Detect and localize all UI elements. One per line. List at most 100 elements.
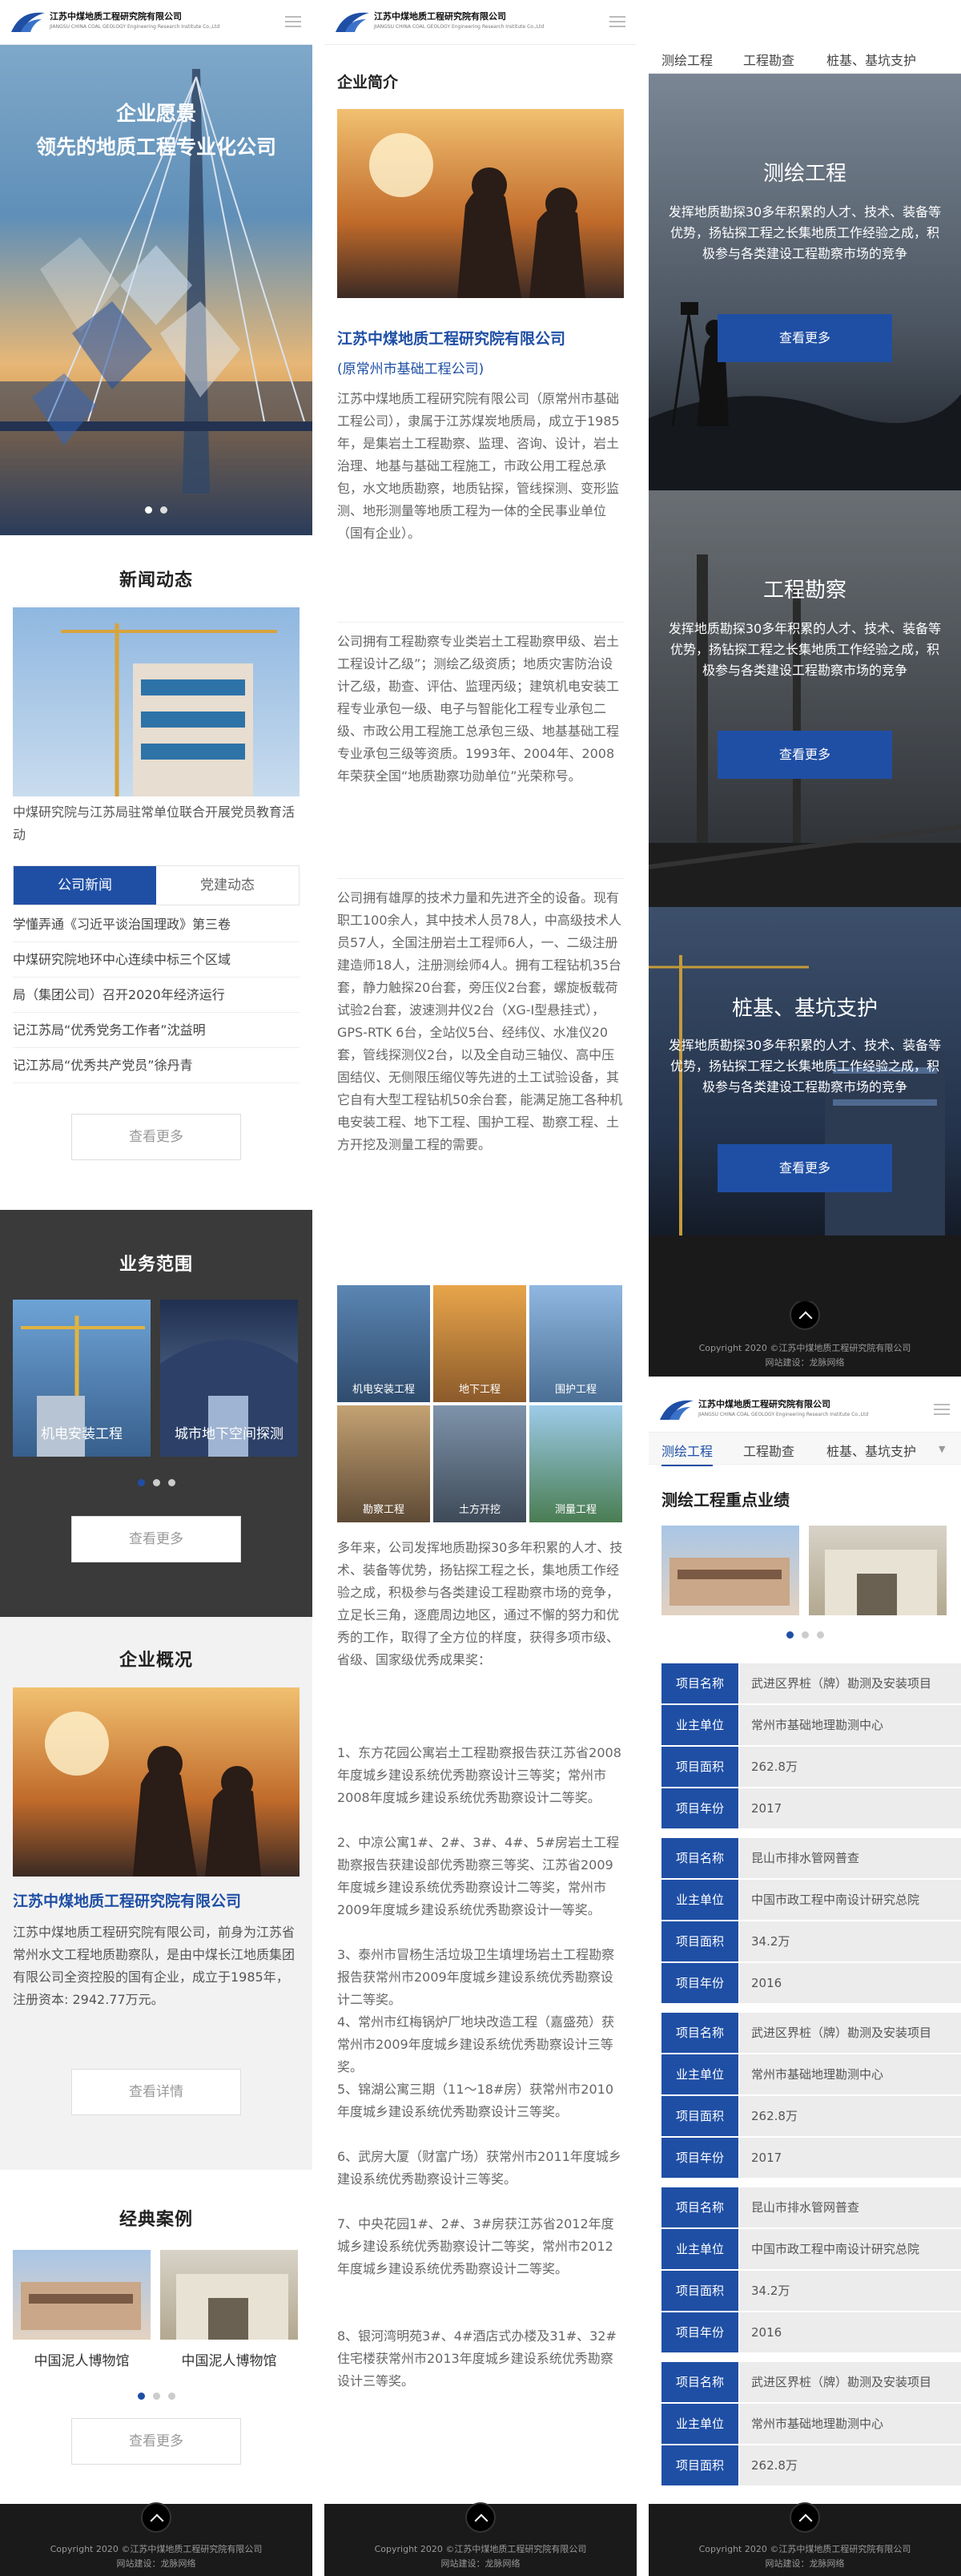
business-dot-3[interactable] bbox=[167, 1479, 175, 1486]
header: 江苏中煤地质工程研究院有限公司 JIANGSU CHINA COAL GEOLO… bbox=[324, 0, 637, 45]
grid-item-retaining[interactable]: 围护工程 bbox=[529, 1285, 622, 1402]
footer-copyright: Copyright 2020 ©江苏中煤地质工程研究院有限公司 bbox=[698, 2544, 911, 2554]
service-card-more-button[interactable]: 查看更多 bbox=[718, 314, 892, 362]
service-card-more-button[interactable]: 查看更多 bbox=[718, 1144, 892, 1192]
label-project-name: 项目名称 bbox=[661, 2362, 738, 2402]
banner-pagination[interactable] bbox=[0, 502, 312, 514]
chevron-down-icon[interactable]: ▼ bbox=[939, 1444, 945, 1454]
list-item[interactable]: 中煤研究院地环中心连续中标三个区域 bbox=[13, 942, 300, 978]
grid-item-underground[interactable]: 地下工程 bbox=[433, 1285, 526, 1402]
news-feature-image[interactable] bbox=[13, 607, 300, 796]
business-item-underground[interactable]: 城市地下空间探测 bbox=[160, 1300, 298, 1457]
service-card-more-button[interactable]: 查看更多 bbox=[718, 731, 892, 779]
footer-copyright: Copyright 2020 ©江苏中煤地质工程研究院有限公司 bbox=[698, 1343, 911, 1353]
business-pagination[interactable] bbox=[0, 1474, 312, 1486]
cases-pagination[interactable] bbox=[0, 2388, 312, 2400]
about-page: 江苏中煤地质工程研究院有限公司 JIANGSU CHINA COAL GEOLO… bbox=[324, 0, 637, 2576]
nav-item-investigation[interactable]: 工程勘查 bbox=[743, 1441, 794, 1460]
project-year: 2016 bbox=[740, 1963, 961, 2003]
news-feature-caption[interactable]: 中煤研究院与江苏局驻常单位联合开展党员教育活动 bbox=[13, 801, 300, 846]
project-owner: 中国市政工程中南设计研究总院 bbox=[740, 2229, 961, 2269]
business-dot-1[interactable] bbox=[137, 1479, 145, 1486]
detail-pagination[interactable] bbox=[649, 1627, 961, 1639]
grid-item-survey[interactable]: 勘察工程 bbox=[337, 1405, 430, 1522]
banner-line-2: 领先的地质工程专业化公司 bbox=[35, 135, 276, 159]
overview-detail-button[interactable]: 查看详情 bbox=[71, 2069, 241, 2115]
company-logo-icon[interactable] bbox=[10, 10, 46, 34]
back-to-top-icon[interactable] bbox=[790, 2502, 820, 2533]
grid-item-electromechanical[interactable]: 机电安装工程 bbox=[337, 1285, 430, 1402]
menu-icon[interactable] bbox=[609, 16, 625, 28]
about-paragraph-3: 公司拥有雄厚的技术力量和先进齐全的设备。现有职工100余人，其中技术人员78人，… bbox=[337, 878, 624, 1156]
list-item[interactable]: 学懂弄通《习近平谈治国理政》第三卷 bbox=[13, 907, 300, 942]
banner-dot-1[interactable] bbox=[145, 506, 152, 514]
business-dot-2[interactable] bbox=[152, 1479, 160, 1486]
service-card-title: 测绘工程 bbox=[762, 162, 846, 186]
overview-image[interactable] bbox=[13, 1687, 300, 1877]
project-area: 34.2万 bbox=[740, 2271, 961, 2311]
business-item-electromechanical[interactable]: 机电安装工程 bbox=[13, 1300, 151, 1457]
about-image bbox=[337, 109, 624, 298]
detail-dot-3[interactable] bbox=[816, 1631, 824, 1639]
nav-item-piling[interactable]: 桩基、基坑支护 bbox=[826, 50, 916, 69]
back-to-top-icon[interactable] bbox=[465, 2502, 496, 2533]
project-area: 262.8万 bbox=[740, 2096, 961, 2136]
list-item[interactable]: 记江苏局“优秀共产党员”徐丹青 bbox=[13, 1048, 300, 1083]
surveyor-silhouette-image bbox=[649, 302, 961, 490]
overview-text: 江苏中煤地质工程研究院有限公司，前身为江苏省常州水文工程地质勘察队，是由中煤长江… bbox=[13, 1925, 296, 2007]
service-card-desc: 发挥地质勘探30多年积累的人才、技术、装备等优势，扬钻探工程之长集地质工作经验之… bbox=[668, 621, 942, 678]
label-area: 项目面积 bbox=[661, 2445, 738, 2485]
service-card-investigation[interactable]: 工程勘察 发挥地质勘探30多年积累的人才、技术、装备等优势，扬钻探工程之长集地质… bbox=[649, 490, 961, 907]
tab-party-news[interactable]: 党建动态 bbox=[156, 866, 299, 905]
cases-dot-2[interactable] bbox=[152, 2393, 160, 2400]
back-to-top-icon[interactable] bbox=[790, 1300, 820, 1330]
grid-item-earthwork[interactable]: 土方开挖 bbox=[433, 1405, 526, 1522]
nav-item-surveying[interactable]: 测绘工程 bbox=[661, 1441, 714, 1466]
detail-dot-1[interactable] bbox=[786, 1631, 794, 1639]
cases-dot-3[interactable] bbox=[167, 2393, 175, 2400]
detail-dot-2[interactable] bbox=[801, 1631, 809, 1639]
case-item-1[interactable] bbox=[13, 2250, 151, 2340]
back-to-top-icon[interactable] bbox=[141, 2502, 171, 2533]
nav-item-piling[interactable]: 桩基、基坑支护 bbox=[826, 1441, 916, 1460]
service-card-surveying[interactable]: 测绘工程 发挥地质勘探30多年积累的人才、技术、装备等优势，扬钻探工程之长集地质… bbox=[649, 74, 961, 490]
detail-image-2[interactable] bbox=[809, 1526, 947, 1615]
list-item[interactable]: 记江苏局“优秀党务工作者”沈益明 bbox=[13, 1013, 300, 1048]
nav-item-investigation[interactable]: 工程勘查 bbox=[743, 50, 794, 69]
banner-dot-2[interactable] bbox=[160, 506, 167, 514]
overview-section-title: 企业概况 bbox=[119, 1651, 193, 1671]
tab-company-news[interactable]: 公司新闻 bbox=[14, 866, 156, 905]
service-card-piling[interactable]: 桩基、基坑支护 发挥地质勘探30多年积累的人才、技术、装备等优势，扬钻探工程之长… bbox=[649, 907, 961, 1236]
project-area: 262.8万 bbox=[740, 2445, 961, 2485]
case-item-2[interactable] bbox=[160, 2250, 298, 2340]
news-tabs[interactable]: 公司新闻 党建动态 bbox=[13, 865, 300, 905]
grid-item-label: 勘察工程 bbox=[362, 1504, 404, 1516]
project-area: 262.8万 bbox=[740, 1747, 961, 1787]
nav-item-surveying[interactable]: 测绘工程 bbox=[661, 50, 713, 69]
label-owner: 业主单位 bbox=[661, 1705, 738, 1745]
grid-item-measurement[interactable]: 测量工程 bbox=[529, 1405, 622, 1522]
hero-banner[interactable]: 企业愿景 领先的地质工程专业化公司 bbox=[0, 45, 312, 535]
engineers-silhouette-image bbox=[369, 133, 585, 298]
label-area: 项目面积 bbox=[661, 2271, 738, 2311]
project-table: 项目名称 武进区界桩（牌）勘测及安装项目 业主单位 常州市基础地理勘测中心 项目面积… bbox=[661, 1663, 961, 2487]
news-more-button[interactable]: 查看更多 bbox=[71, 1114, 241, 1160]
brand-name: 江苏中煤地质工程研究院有限公司 bbox=[374, 11, 506, 22]
label-owner: 业主单位 bbox=[661, 2404, 738, 2444]
company-logo-icon[interactable] bbox=[334, 10, 371, 34]
service-nav: 测绘工程 工程勘查 桩基、基坑支护 bbox=[649, 42, 961, 74]
detail-image-1[interactable] bbox=[661, 1526, 799, 1615]
menu-icon[interactable] bbox=[285, 16, 301, 28]
grid-item-label: 机电安装工程 bbox=[352, 1384, 415, 1396]
menu-icon[interactable] bbox=[934, 1404, 950, 1416]
service-nav: 测绘工程 工程勘查 桩基、基坑支护 ▼ bbox=[649, 1433, 961, 1466]
business-more-button[interactable]: 查看更多 bbox=[71, 1516, 241, 1562]
project-name: 昆山市排水管网普查 bbox=[740, 2187, 961, 2227]
list-item[interactable]: 局（集团公司）召开2020年经济运行 bbox=[13, 978, 300, 1013]
cases-more-button[interactable]: 查看更多 bbox=[71, 2418, 241, 2465]
brand-name: 江苏中煤地质工程研究院有限公司 bbox=[50, 11, 182, 22]
company-logo-icon[interactable] bbox=[658, 1397, 695, 1421]
engineers-silhouette-image bbox=[45, 1711, 261, 1877]
business-item-label: 城市地下空间探测 bbox=[175, 1426, 283, 1442]
cases-dot-1[interactable] bbox=[137, 2393, 145, 2400]
